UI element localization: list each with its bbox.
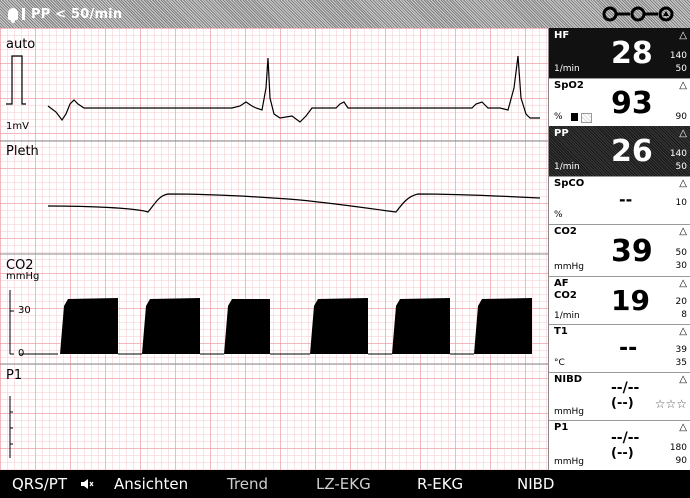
af-limit-high: 20 [675, 297, 687, 307]
alarm-bell-icon: △ [679, 326, 687, 337]
co2-wave-unit: mmHg [6, 271, 40, 282]
t1-limit-low: 35 [675, 358, 687, 368]
alarm-icons [8, 8, 25, 23]
hf-value: 28 [611, 36, 653, 71]
keys-icon[interactable] [600, 3, 676, 25]
t1-label: T1 [554, 326, 568, 337]
menu-trend-button[interactable]: Trend [227, 475, 268, 493]
hf-label: HF [554, 30, 570, 41]
param-p1[interactable]: P1 △ --/-- (--) 180 90 mmHg [549, 420, 690, 470]
pp-unit: 1/min [554, 162, 580, 172]
param-af[interactable]: AF CO2 △ 19 20 8 1/min [549, 276, 690, 325]
param-spo2[interactable]: SpO2 △ 93 % 90 [549, 78, 690, 127]
waveform-traces [0, 55, 548, 458]
param-t1[interactable]: T1 △ -- 39 35 °C [549, 324, 690, 373]
co2-limit-high: 50 [675, 248, 687, 258]
p1-limit-high: 180 [669, 443, 687, 453]
nibd-stars: ☆☆☆ [654, 397, 687, 411]
pleth-label[interactable]: Pleth [6, 144, 39, 159]
spo2-limit-low: 90 [675, 112, 687, 122]
bottom-menu: QRS/PT Ansichten Trend LZ-EKG R-EKG NIBD [0, 470, 690, 498]
exclamation-icon [22, 8, 25, 20]
hf-limit-high: 140 [669, 51, 687, 61]
ecg-scale-label: 1mV [6, 121, 29, 132]
menu-lz-ekg-button[interactable]: LZ-EKG [316, 475, 371, 493]
p1-label: P1 [554, 422, 569, 433]
pp-limit-high: 140 [669, 149, 687, 159]
p1-limit-low: 90 [675, 456, 687, 466]
ecg-trace [47, 55, 540, 123]
nibd-mean-value: (--) [611, 396, 634, 411]
alarm-message: PP < 50/min [31, 6, 123, 22]
alarm-bell-icon: △ [679, 422, 687, 433]
param-hf[interactable]: HF △ 28 140 50 1/min [549, 28, 690, 79]
af-limit-low: 8 [681, 310, 687, 320]
menu-views-button[interactable]: Ansichten [114, 475, 188, 493]
nibd-value: --/-- [611, 380, 640, 396]
nibd-unit: mmHg [554, 407, 585, 417]
menu-nibd-button[interactable]: NIBD [517, 475, 555, 493]
alarm-bar[interactable]: PP < 50/min [0, 0, 690, 28]
pp-limit-low: 50 [675, 162, 687, 172]
signal-bar-icon [581, 113, 592, 123]
co2-capnogram [60, 298, 532, 354]
parameter-panel: HF △ 28 140 50 1/min SpO2 △ 93 % 90 PP △… [548, 28, 690, 470]
nibd-label: NIBD [554, 374, 583, 385]
param-spco[interactable]: SpCO △ -- 10 % [549, 176, 690, 225]
spco-value: -- [619, 190, 633, 209]
af-label-source: CO2 [554, 290, 577, 301]
spco-unit: % [554, 210, 563, 220]
menu-qrs-label: QRS/PT [12, 475, 68, 493]
alarm-bell-icon: △ [679, 226, 687, 237]
menu-qrs-button[interactable]: QRS/PT [12, 475, 67, 493]
spo2-label: SpO2 [554, 80, 584, 91]
alarm-bell-icon: △ [679, 278, 687, 289]
p1-value: --/-- [611, 430, 640, 446]
param-co2[interactable]: CO2 △ 39 50 30 mmHg [549, 224, 690, 277]
p1-wave-label[interactable]: P1 [6, 368, 22, 383]
speaker-icon[interactable] [80, 479, 94, 489]
spco-label: SpCO [554, 178, 585, 189]
ecg-lead-label[interactable]: auto [6, 37, 35, 52]
pleth-trace [47, 193, 541, 213]
pp-label: PP [554, 128, 569, 139]
af-label: AF [554, 278, 569, 289]
spo2-unit: % [554, 112, 563, 122]
param-pp[interactable]: PP △ 26 140 50 1/min [549, 126, 690, 177]
alarm-bell-icon: △ [679, 80, 687, 91]
af-unit: 1/min [554, 311, 580, 321]
spco-limit-high: 10 [675, 198, 687, 208]
spo2-value: 93 [611, 86, 653, 121]
af-value: 19 [611, 284, 650, 317]
param-nibd[interactable]: NIBD △ --/-- (--) ☆☆☆ mmHg [549, 372, 690, 421]
menu-r-ekg-button[interactable]: R-EKG [417, 475, 463, 493]
alarm-bell-icon: △ [679, 30, 687, 41]
co2-unit: mmHg [554, 262, 585, 272]
co2-label: CO2 [554, 226, 577, 237]
ecg-calibration-pulse [6, 55, 26, 105]
signal-quality-icon [571, 113, 578, 121]
pp-value: 26 [611, 134, 653, 169]
t1-limit-high: 39 [675, 345, 687, 355]
co2-value: 39 [611, 234, 653, 269]
alarm-bell-icon: △ [679, 374, 687, 385]
bell-icon [8, 8, 18, 23]
p1-unit: mmHg [554, 457, 585, 467]
alarm-bell-icon: △ [679, 128, 687, 139]
co2-limit-low: 30 [675, 261, 687, 271]
hf-unit: 1/min [554, 64, 580, 74]
t1-value: -- [619, 336, 638, 361]
alarm-bell-icon: △ [679, 178, 687, 189]
hf-limit-low: 50 [675, 64, 687, 74]
co2-tick-high: 30 [18, 305, 31, 316]
p1-mean-value: (--) [611, 446, 634, 461]
co2-tick-low: 0 [18, 348, 25, 359]
t1-unit: °C [554, 358, 565, 368]
waveform-area: auto 1mV Pleth CO2 mmHg 30 0 P1 [0, 28, 548, 470]
